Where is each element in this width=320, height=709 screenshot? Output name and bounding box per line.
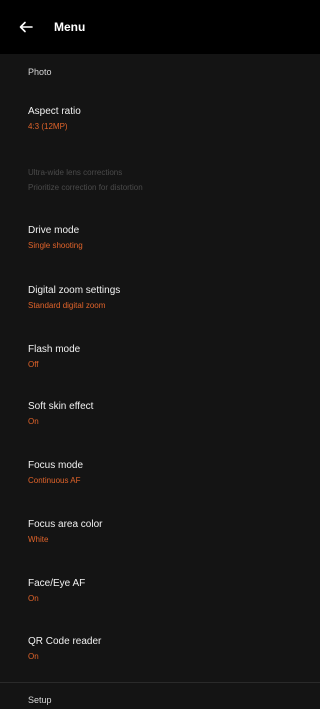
- menu-item-aspect-ratio[interactable]: Aspect ratio 4:3 (12MP): [0, 105, 320, 133]
- menu-item-value: On: [28, 594, 39, 603]
- menu-item-value: White: [28, 535, 49, 544]
- menu-item-value: On: [28, 652, 39, 661]
- menu-item-flash-mode[interactable]: Flash mode Off: [0, 343, 320, 371]
- menu-item-focus-mode[interactable]: Focus mode Continuous AF: [0, 459, 320, 487]
- menu-item-digital-zoom-settings[interactable]: Digital zoom settings Standard digital z…: [0, 284, 320, 312]
- camera-menu-screen: Menu Photo Aspect ratio 4:3 (12MP) Ultra…: [0, 0, 320, 709]
- menu-item-value: Single shooting: [28, 241, 83, 250]
- menu-item-value: 4:3 (12MP): [28, 122, 68, 131]
- menu-item-face-eye-af[interactable]: Face/Eye AF On: [0, 577, 320, 605]
- menu-item-qr-code-reader[interactable]: QR Code reader On: [0, 635, 320, 663]
- menu-item-drive-mode[interactable]: Drive mode Single shooting: [0, 224, 320, 252]
- menu-item-label: Flash mode: [28, 344, 81, 355]
- menu-item-label: Ultra-wide lens corrections: [28, 168, 123, 177]
- menu-item-value: On: [28, 417, 39, 426]
- menu-item-label: Focus mode: [28, 460, 84, 471]
- menu-item-soft-skin-effect[interactable]: Soft skin effect On: [0, 400, 320, 428]
- menu-item-label: Focus area color: [28, 519, 103, 530]
- app-bar: Menu: [0, 0, 320, 54]
- menu-item-ultra-wide-lens-corrections: Ultra-wide lens corrections Prioritize c…: [0, 166, 320, 194]
- menu-item-label: Aspect ratio: [28, 106, 81, 117]
- menu-item-value: Standard digital zoom: [28, 301, 106, 310]
- menu-item-label: Digital zoom settings: [28, 285, 121, 296]
- menu-item-value: Prioritize correction for distortion: [28, 183, 143, 192]
- arrow-left-icon: [19, 21, 33, 33]
- menu-item-label: Drive mode: [28, 225, 80, 236]
- menu-item-label: QR Code reader: [28, 636, 102, 647]
- menu-item-value: Off: [28, 360, 39, 369]
- section-divider: [0, 682, 320, 683]
- page-title: Menu: [54, 20, 86, 34]
- section-header-photo: Photo: [28, 67, 52, 77]
- menu-item-value: Continuous AF: [28, 476, 81, 485]
- section-header-setup: Setup: [28, 694, 52, 705]
- back-button[interactable]: [14, 15, 38, 39]
- menu-item-label: Soft skin effect: [28, 401, 94, 412]
- menu-item-label: Face/Eye AF: [28, 578, 86, 589]
- menu-item-focus-area-color[interactable]: Focus area color White: [0, 518, 320, 546]
